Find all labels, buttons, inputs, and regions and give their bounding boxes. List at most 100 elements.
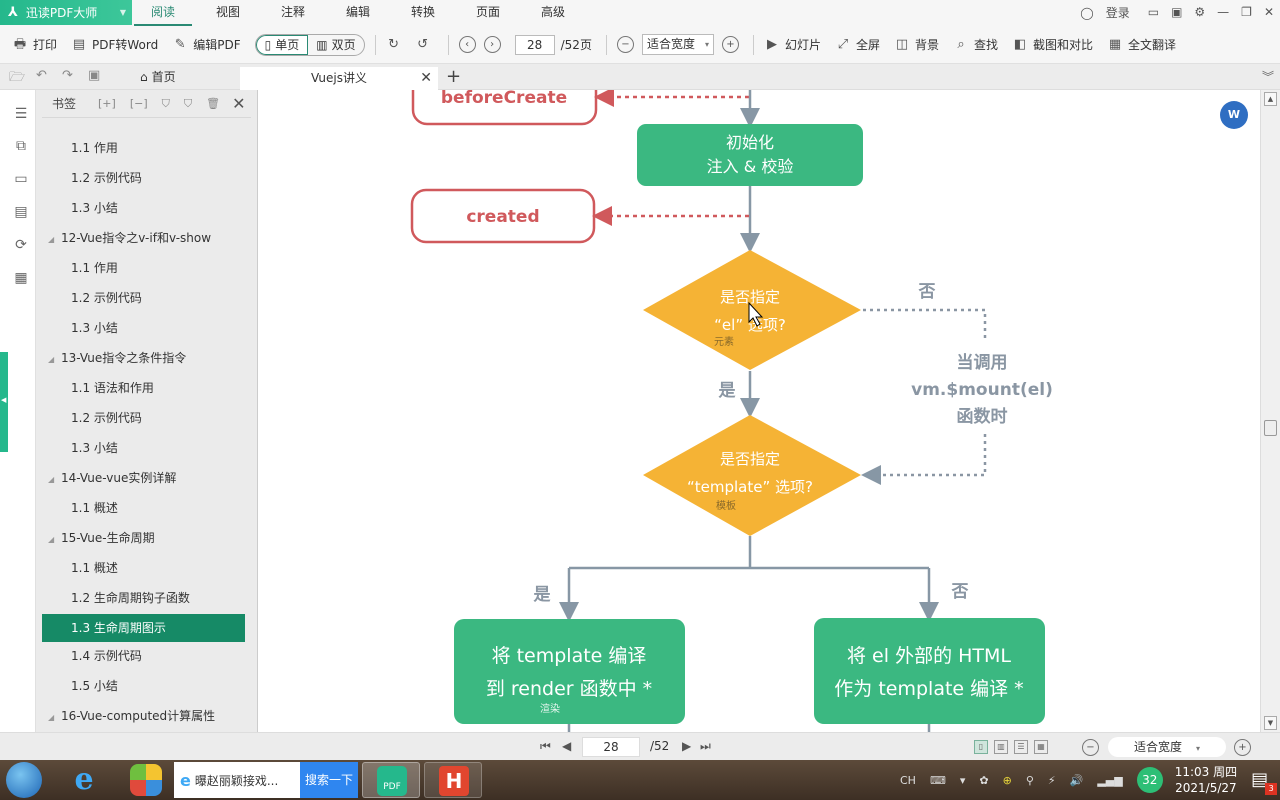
double-page-button[interactable]: ▥ 双页 (308, 35, 363, 55)
signal-icon[interactable]: ▂▄▆ (1097, 774, 1122, 787)
vertical-scrollbar[interactable]: ▲ ▼ (1260, 90, 1280, 732)
taskbar-pdf-app[interactable]: PDF (362, 762, 420, 798)
menu-tab-advanced[interactable]: 高级 (531, 0, 575, 26)
bookmark-item[interactable]: 1.1 概述 (36, 494, 258, 524)
start-button[interactable] (6, 762, 42, 798)
menu-tab-annotate[interactable]: 注释 (271, 0, 315, 26)
search-button[interactable]: 搜索一下 (299, 762, 358, 798)
word-convert-float-button[interactable]: W (1220, 101, 1248, 129)
close-panel-icon[interactable]: ✕ (232, 94, 245, 113)
translate-side-icon[interactable]: ▦ (12, 269, 30, 287)
tray-badge[interactable]: 32 (1136, 767, 1163, 793)
scroll-down-button[interactable]: ▼ (1264, 716, 1277, 730)
flower-icon[interactable]: ✿ (979, 774, 988, 787)
bookmark-item[interactable]: 1.2 示例代码 (36, 164, 258, 194)
bookmark-group[interactable]: ◢ 16-Vue-computed计算属性 (36, 702, 258, 732)
ie-search-widget[interactable]: e 曝赵丽颖接戏... 搜索一下 (174, 762, 358, 798)
close-window-button[interactable]: ✕ (1258, 5, 1280, 19)
expand-triangle-icon[interactable]: ◢ (48, 466, 61, 494)
bookmark-item-selected[interactable]: 1.3 生命周期图示 (42, 614, 245, 642)
menu-tab-edit[interactable]: 编辑 (336, 0, 380, 26)
scroll-up-button[interactable]: ▲ (1264, 92, 1277, 106)
prev-page-button[interactable]: ‹ (458, 36, 476, 53)
bookmark-item[interactable]: 1.1 概述 (36, 554, 258, 584)
bookmark-group[interactable]: ◢ 13-Vue指令之条件指令 (36, 344, 258, 374)
edit-pdf-button[interactable]: ✎ 编辑PDF (172, 36, 241, 53)
app-launcher-icon[interactable] (130, 764, 162, 796)
translate-button[interactable]: ▦ 全文翻译 (1107, 36, 1176, 53)
minimize-button[interactable]: — (1211, 5, 1235, 19)
refresh-icon[interactable]: ⟳ (12, 236, 30, 254)
pdf-to-word-button[interactable]: ▤ PDF转Word (71, 36, 158, 53)
feedback-icon[interactable]: ▭ (1142, 5, 1165, 19)
edit-bookmark-icon[interactable]: ⛉ (184, 97, 192, 111)
restore-button[interactable]: ❐ (1235, 5, 1258, 19)
redo-icon[interactable]: ↷ (62, 68, 73, 83)
scroll-thumb[interactable] (1264, 420, 1277, 436)
bookmark-item[interactable]: 1.3 小结 (36, 194, 258, 224)
document-viewport[interactable]: beforeCreate 初始化 注入 & 校验 created 是否指定 “e… (259, 90, 1260, 732)
collapse-ribbon-icon[interactable]: ︾ (1262, 68, 1274, 85)
bookmark-group[interactable]: ◢ 14-Vue-vue实例详解 (36, 464, 258, 494)
bookmark-item[interactable]: 1.2 生命周期钩子函数 (36, 584, 258, 614)
ime-indicator[interactable]: CH (900, 774, 916, 787)
bookmark-item[interactable]: 1.2 示例代码 (36, 284, 258, 314)
slideshow-button[interactable]: ▶ 幻灯片 (764, 36, 821, 53)
usb-icon[interactable]: ⚲ (1026, 774, 1034, 787)
ime-options-icon[interactable]: ▾ (960, 774, 966, 787)
expand-triangle-icon[interactable]: ◢ (48, 526, 61, 554)
first-page-button[interactable]: ⏮ (540, 739, 551, 754)
bookmark-item[interactable]: 1.3 小结 (36, 314, 258, 344)
keyboard-icon[interactable]: ⌨ (930, 774, 946, 787)
bookmark-group[interactable]: ◢ 15-Vue-生命周期 (36, 524, 258, 554)
power-plug-icon[interactable]: ⚡ (1048, 774, 1056, 787)
login-button[interactable]: ◯ 登录 (1068, 4, 1141, 21)
expand-triangle-icon[interactable]: ◢ (48, 346, 61, 374)
rotate-counterclockwise-button[interactable]: ↺ (415, 37, 436, 53)
add-circle-icon[interactable]: ⊕ (1003, 774, 1012, 787)
zoom-select[interactable]: 适合宽度 ▾ (641, 34, 714, 55)
status-zoom-select[interactable]: 适合宽度 ▾ (1108, 737, 1226, 757)
new-tab-button[interactable]: + (446, 66, 461, 87)
bookmark-item[interactable]: 1.3 小结 (36, 434, 258, 464)
continuous-double-view-icon[interactable]: ▦ (1034, 740, 1048, 754)
volume-icon[interactable]: 🔊 (1070, 774, 1084, 787)
taskbar-h-app[interactable]: H (424, 762, 482, 798)
tab-home[interactable]: ⌂ 首页 (140, 64, 176, 90)
gear-icon[interactable]: ⚙ (1188, 5, 1211, 19)
bookmark-item[interactable]: 1.1 作用 (36, 134, 258, 164)
trash-icon[interactable]: 🗑 (206, 97, 220, 110)
close-tab-icon[interactable]: ✕ (420, 67, 432, 90)
fullscreen-button[interactable]: ⤢ 全屏 (835, 36, 880, 53)
page-number-input[interactable]: 28 (514, 34, 555, 55)
panel-collapse-handle[interactable]: ◀ (0, 352, 8, 452)
comments-icon[interactable]: ▭ (12, 170, 30, 188)
collapse-all-icon[interactable]: [−] (130, 97, 148, 110)
bookmark-item[interactable]: 1.5 小结 (36, 672, 258, 702)
bookmark-group[interactable]: ◢ 12-Vue指令之v-if和v-show (36, 224, 258, 254)
zoom-out-button[interactable]: − (616, 36, 634, 53)
find-button[interactable]: ⌕ 查找 (953, 36, 998, 53)
save-icon[interactable]: ▣ (88, 68, 100, 83)
rotate-clockwise-button[interactable]: ↻ (386, 37, 407, 53)
status-zoom-out-button[interactable]: − (1082, 739, 1099, 756)
clock[interactable]: 11:03 周四 2021/5/27 (1175, 764, 1237, 796)
background-button[interactable]: ◫ 背景 (894, 36, 939, 53)
bookmark-item[interactable]: 1.2 示例代码 (36, 404, 258, 434)
notification-center-button[interactable]: ▤ 3 (1251, 769, 1278, 795)
undo-icon[interactable]: ↶ (36, 68, 47, 83)
open-folder-icon[interactable]: 🗁 (9, 68, 25, 90)
next-page-button[interactable]: ▶ (682, 739, 691, 753)
screenshot-compare-button[interactable]: ◧ 截图和对比 (1012, 36, 1093, 53)
bookmark-list-icon[interactable]: ☰ (12, 105, 30, 123)
menu-tab-convert[interactable]: 转换 (401, 0, 445, 26)
tab-document[interactable]: Vuejs讲义 ✕ (240, 67, 438, 90)
print-button[interactable]: 🖶 打印 (12, 36, 57, 53)
single-page-button[interactable]: ▯ 单页 (255, 34, 309, 55)
single-page-view-icon[interactable]: ▯ (974, 740, 988, 754)
double-page-view-icon[interactable]: ▥ (994, 740, 1008, 754)
zoom-in-button[interactable]: + (721, 36, 739, 53)
bookmark-item[interactable]: 1.4 示例代码 (36, 642, 258, 672)
menu-tab-read[interactable]: 阅读 (134, 0, 192, 26)
add-bookmark-icon[interactable]: ⛉ (162, 97, 170, 111)
